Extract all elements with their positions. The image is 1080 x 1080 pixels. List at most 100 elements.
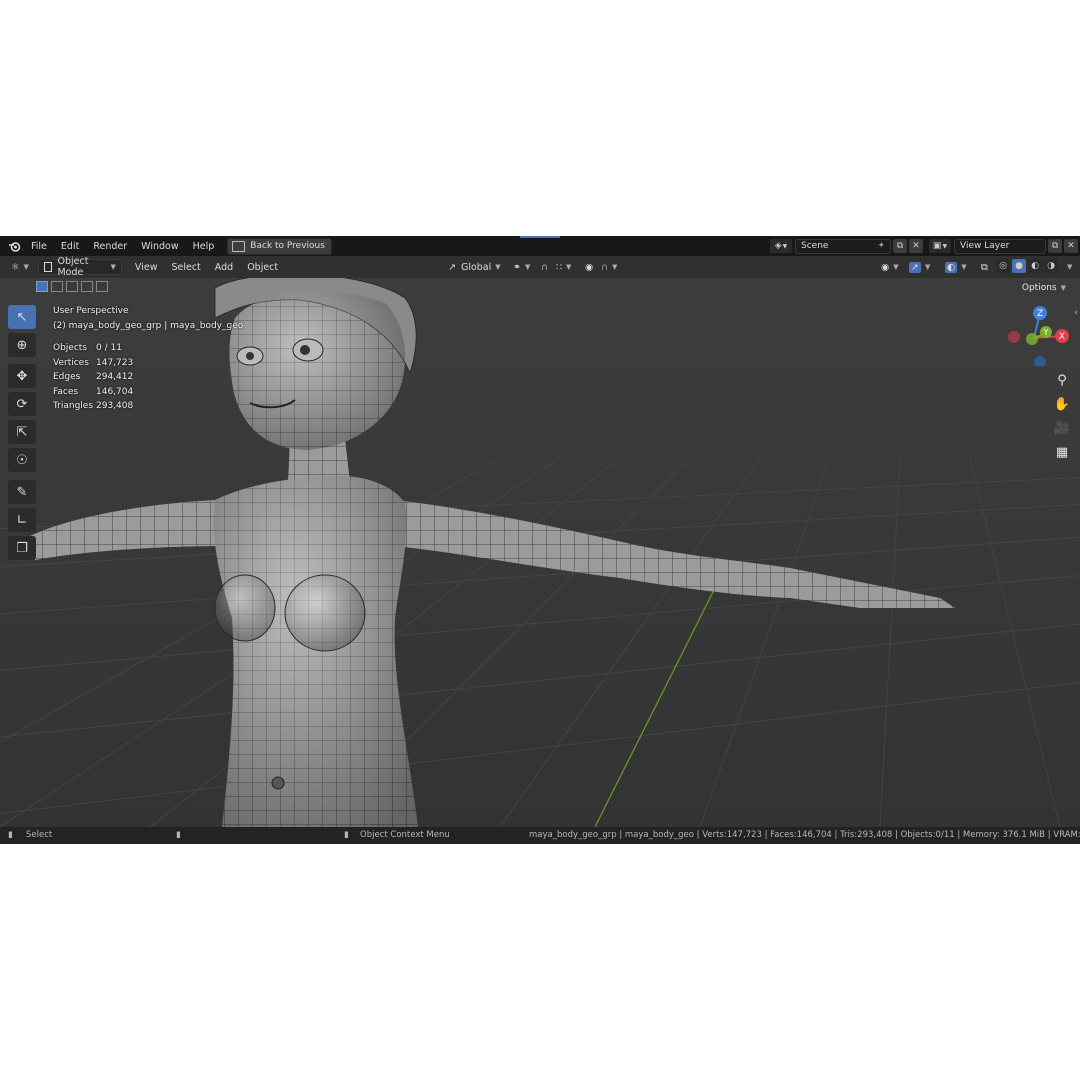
- delete-scene-icon[interactable]: ✕: [909, 239, 923, 253]
- view-layer-icon[interactable]: ▣ ▼: [929, 239, 951, 253]
- camera-view-button[interactable]: 🎥: [1052, 418, 1072, 438]
- status-context-menu-hint: Object Context Menu: [360, 830, 450, 840]
- material-shading-icon[interactable]: ◐: [1028, 259, 1042, 273]
- view-layer-name: View Layer: [960, 241, 1010, 251]
- mode-dropdown[interactable]: Object Mode ▼: [37, 256, 122, 278]
- xray-toggle[interactable]: ⧉: [976, 259, 993, 275]
- select-subtract-icon[interactable]: [66, 281, 78, 292]
- pin-icon[interactable]: ✦: [877, 241, 885, 251]
- 3d-viewport[interactable]: [0, 278, 1080, 827]
- select-box-tool[interactable]: ↖: [8, 305, 36, 329]
- magnifier-icon: ⚲: [1057, 372, 1067, 388]
- viewport-info: User Perspective (2) maya_body_geo_grp |…: [53, 304, 243, 333]
- menu-edit[interactable]: Edit: [54, 241, 86, 252]
- transform-tool[interactable]: ☉: [8, 448, 36, 472]
- navigation-gizmo[interactable]: Z X Y: [1004, 304, 1076, 366]
- select-invert-icon[interactable]: [81, 281, 93, 292]
- stat-row: Vertices 147,723: [53, 356, 133, 371]
- stat-value: 294,412: [96, 372, 134, 382]
- stat-value: 147,723: [96, 357, 134, 368]
- select-extend-icon[interactable]: [51, 281, 63, 292]
- select-new-icon[interactable]: [36, 281, 48, 292]
- menu-file[interactable]: File: [24, 241, 54, 252]
- new-view-layer-icon[interactable]: ⧉: [1048, 239, 1062, 253]
- scene-type-icon[interactable]: ◈ ▼: [770, 239, 792, 253]
- falloff-dropdown[interactable]: ∩ ▼: [596, 259, 622, 275]
- neg-x-axis-handle[interactable]: [1008, 331, 1020, 343]
- neg-z-axis-handle[interactable]: [1034, 356, 1046, 366]
- wireframe-shading-icon[interactable]: ◎: [996, 259, 1010, 273]
- menu-render[interactable]: Render: [86, 241, 134, 252]
- new-scene-icon[interactable]: ⧉: [893, 239, 907, 253]
- header-menu-view[interactable]: View: [130, 259, 163, 275]
- stat-row: Edges 294,412: [53, 370, 133, 385]
- ruler-icon: ∟: [16, 512, 28, 528]
- scene-field[interactable]: Scene ✦: [795, 238, 891, 254]
- selection-mode-buttons: [36, 281, 108, 292]
- select-intersect-icon[interactable]: [96, 281, 108, 292]
- stat-label: Edges: [53, 372, 81, 382]
- menu-window[interactable]: Window: [134, 241, 185, 252]
- solid-shading-icon[interactable]: ●: [1012, 259, 1026, 273]
- blender-logo-icon[interactable]: [6, 238, 22, 254]
- stat-row: Triangles 293,408: [53, 399, 133, 414]
- perspective-toggle-button[interactable]: ▦: [1052, 442, 1072, 462]
- editor-type-button[interactable]: ⚛ ▼: [6, 259, 34, 275]
- x-axis-label: X: [1059, 332, 1065, 342]
- visibility-dropdown[interactable]: ◉ ▼: [876, 259, 904, 275]
- zoom-button[interactable]: ⚲: [1052, 370, 1072, 390]
- pivot-point-dropdown[interactable]: ⚭ ▼: [508, 259, 535, 275]
- pivot-icon: ⚭: [513, 261, 521, 273]
- stat-label: Triangles: [53, 401, 94, 411]
- stat-label: Vertices: [53, 357, 89, 368]
- scale-tool[interactable]: ⇱: [8, 420, 36, 444]
- overlays-toggle[interactable]: ◐ ▼: [940, 259, 972, 275]
- gizmo-icon: ➚: [909, 261, 921, 273]
- rendered-shading-icon[interactable]: ◑: [1044, 259, 1058, 273]
- mouse-right-icon: ▮: [344, 830, 349, 840]
- neg-y-axis-handle[interactable]: [1026, 333, 1038, 345]
- gizmo-toggle[interactable]: ➚ ▼: [904, 259, 935, 275]
- orientation-label: Global: [460, 261, 492, 273]
- measure-tool[interactable]: ∟: [8, 508, 36, 532]
- move-tool[interactable]: ✥: [8, 364, 36, 388]
- main-menu: File Edit Render Window Help: [24, 236, 221, 256]
- mouse-left-icon: ▮: [8, 830, 13, 840]
- pencil-icon: ✎: [16, 484, 28, 500]
- view-layer-field[interactable]: View Layer: [954, 238, 1046, 254]
- header-menu-add[interactable]: Add: [210, 259, 238, 275]
- pan-button[interactable]: ✋: [1052, 394, 1072, 414]
- scene-statistics: Objects 0 / 11 Vertices 147,723 Edges 294,4…: [53, 341, 133, 414]
- editor-type-icon: ⚛: [11, 261, 20, 273]
- xray-icon: ⧉: [981, 261, 988, 273]
- back-icon: [232, 240, 246, 252]
- status-bar: ▮ Select ▮ ▮ Object Context Menu maya_bo…: [0, 827, 1080, 844]
- shading-options-dropdown[interactable]: ▼: [1058, 259, 1077, 275]
- cursor-tool[interactable]: ⊕: [8, 333, 36, 357]
- workspace-indicator: [520, 236, 560, 238]
- annotate-tool[interactable]: ✎: [8, 480, 36, 504]
- stat-label: Faces: [53, 386, 79, 397]
- magnet-icon: ∩: [541, 261, 548, 273]
- back-to-previous-button[interactable]: Back to Previous: [227, 237, 332, 255]
- stat-row: Faces 146,704: [53, 385, 133, 400]
- status-scene-info: maya_body_geo_grp | maya_body_geo | Vert…: [529, 830, 1080, 840]
- header-menu-object[interactable]: Object: [242, 259, 283, 275]
- menu-help[interactable]: Help: [186, 241, 222, 252]
- options-button[interactable]: Options ▼: [1015, 281, 1072, 295]
- top-menu-bar: File Edit Render Window Help Back to Pre…: [0, 236, 1080, 256]
- stat-value: 0 / 11: [96, 343, 122, 353]
- add-cube-tool[interactable]: ❐: [8, 536, 36, 560]
- rotate-tool[interactable]: ⟳: [8, 392, 36, 416]
- viewport-header: ⚛ ▼ Object Mode ▼ View Select Add Object ↗…: [0, 256, 1080, 278]
- falloff-icon: ∩: [601, 261, 608, 273]
- snap-target-dropdown[interactable]: ∷ ▼: [551, 259, 576, 275]
- snap-grid-icon: ∷: [556, 261, 563, 273]
- shading-modes: ◎ ● ◐ ◑: [996, 259, 1058, 273]
- transform-orientation-dropdown[interactable]: ↗ Global ▼: [443, 259, 506, 275]
- y-axis-label: Y: [1043, 328, 1049, 337]
- delete-view-layer-icon[interactable]: ✕: [1064, 239, 1078, 253]
- stat-value: 293,408: [96, 401, 134, 411]
- header-menu-select[interactable]: Select: [166, 259, 205, 275]
- grid-icon: ▦: [1055, 444, 1069, 460]
